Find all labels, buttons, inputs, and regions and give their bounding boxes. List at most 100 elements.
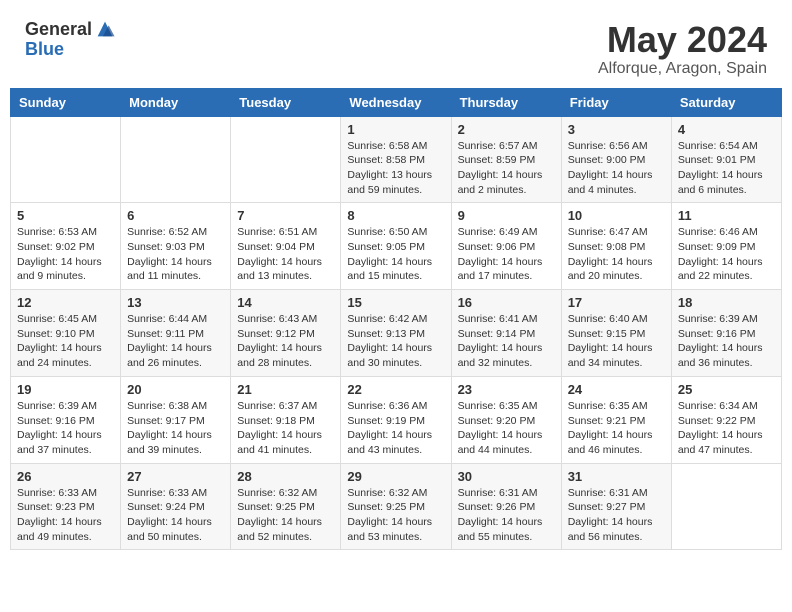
cell-info: Sunrise: 6:38 AMSunset: 9:17 PMDaylight:…: [127, 399, 224, 458]
day-number: 9: [458, 208, 555, 223]
day-number: 10: [568, 208, 665, 223]
cell-info: Sunrise: 6:49 AMSunset: 9:06 PMDaylight:…: [458, 225, 555, 284]
day-number: 30: [458, 469, 555, 484]
day-number: 22: [347, 382, 444, 397]
location: Alforque, Aragon, Spain: [598, 60, 767, 78]
calendar-cell: 29 Sunrise: 6:32 AMSunset: 9:25 PMDayligh…: [341, 463, 451, 550]
day-number: 21: [237, 382, 334, 397]
cell-info: Sunrise: 6:40 AMSunset: 9:15 PMDaylight:…: [568, 312, 665, 371]
day-number: 23: [458, 382, 555, 397]
calendar-cell: 16 Sunrise: 6:41 AMSunset: 9:14 PMDayligh…: [451, 290, 561, 377]
calendar-cell: 18 Sunrise: 6:39 AMSunset: 9:16 PMDayligh…: [671, 290, 781, 377]
calendar-cell: 13Sunrise: 6:44 AMSunset: 9:11 PMDayligh…: [121, 290, 231, 377]
calendar-cell: 19 Sunrise: 6:39 AMSunset: 9:16 PMDayligh…: [11, 376, 121, 463]
weekday-header-row: SundayMondayTuesdayWednesdayThursdayFrid…: [11, 88, 782, 116]
cell-info: Sunrise: 6:57 AMSunset: 8:59 PMDaylight:…: [458, 139, 555, 198]
day-number: 2: [458, 122, 555, 137]
day-number: 16: [458, 295, 555, 310]
calendar-cell: 5 Sunrise: 6:53 AMSunset: 9:02 PMDaylight…: [11, 203, 121, 290]
day-number: 31: [568, 469, 665, 484]
calendar-cell: 12Sunrise: 6:45 AMSunset: 9:10 PMDayligh…: [11, 290, 121, 377]
day-number: 18: [678, 295, 775, 310]
cell-info: Sunrise: 6:47 AMSunset: 9:08 PMDaylight:…: [568, 225, 665, 284]
cell-info: Sunrise: 6:41 AMSunset: 9:14 PMDaylight:…: [458, 312, 555, 371]
week-row-4: 19 Sunrise: 6:39 AMSunset: 9:16 PMDayligh…: [11, 376, 782, 463]
cell-info: Sunrise: 6:32 AMSunset: 9:25 PMDaylight:…: [237, 486, 334, 545]
title-section: May 2024 Alforque, Aragon, Spain: [598, 20, 767, 78]
calendar-cell: 17 Sunrise: 6:40 AMSunset: 9:15 PMDayligh…: [561, 290, 671, 377]
logo-blue: Blue: [25, 40, 116, 60]
weekday-header-tuesday: Tuesday: [231, 88, 341, 116]
calendar-cell: 23 Sunrise: 6:35 AMSunset: 9:20 PMDayligh…: [451, 376, 561, 463]
calendar-body: 1 Sunrise: 6:58 AMSunset: 8:58 PMDaylight…: [11, 116, 782, 550]
page-header: General Blue May 2024 Alforque, Aragon, …: [10, 10, 782, 83]
day-number: 5: [17, 208, 114, 223]
cell-info: Sunrise: 6:33 AMSunset: 9:24 PMDaylight:…: [127, 486, 224, 545]
calendar-cell: [671, 463, 781, 550]
cell-info: Sunrise: 6:39 AMSunset: 9:16 PMDaylight:…: [17, 399, 114, 458]
week-row-3: 12Sunrise: 6:45 AMSunset: 9:10 PMDayligh…: [11, 290, 782, 377]
week-row-2: 5 Sunrise: 6:53 AMSunset: 9:02 PMDaylight…: [11, 203, 782, 290]
day-number: 14: [237, 295, 334, 310]
calendar-cell: 31 Sunrise: 6:31 AMSunset: 9:27 PMDayligh…: [561, 463, 671, 550]
day-number: 19: [17, 382, 114, 397]
calendar-cell: [231, 116, 341, 203]
calendar-cell: 11Sunrise: 6:46 AMSunset: 9:09 PMDayligh…: [671, 203, 781, 290]
cell-info: Sunrise: 6:31 AMSunset: 9:27 PMDaylight:…: [568, 486, 665, 545]
weekday-header-monday: Monday: [121, 88, 231, 116]
cell-info: Sunrise: 6:35 AMSunset: 9:20 PMDaylight:…: [458, 399, 555, 458]
weekday-header-thursday: Thursday: [451, 88, 561, 116]
day-number: 25: [678, 382, 775, 397]
calendar-cell: 21 Sunrise: 6:37 AMSunset: 9:18 PMDayligh…: [231, 376, 341, 463]
day-number: 28: [237, 469, 334, 484]
day-number: 17: [568, 295, 665, 310]
calendar-cell: 25 Sunrise: 6:34 AMSunset: 9:22 PMDayligh…: [671, 376, 781, 463]
cell-info: Sunrise: 6:33 AMSunset: 9:23 PMDaylight:…: [17, 486, 114, 545]
cell-info: Sunrise: 6:53 AMSunset: 9:02 PMDaylight:…: [17, 225, 114, 284]
logo: General Blue: [25, 20, 116, 60]
day-number: 20: [127, 382, 224, 397]
cell-info: Sunrise: 6:56 AMSunset: 9:00 PMDaylight:…: [568, 139, 665, 198]
day-number: 29: [347, 469, 444, 484]
cell-info: Sunrise: 6:50 AMSunset: 9:05 PMDaylight:…: [347, 225, 444, 284]
cell-info: Sunrise: 6:37 AMSunset: 9:18 PMDaylight:…: [237, 399, 334, 458]
day-number: 12: [17, 295, 114, 310]
day-number: 8: [347, 208, 444, 223]
cell-info: Sunrise: 6:34 AMSunset: 9:22 PMDaylight:…: [678, 399, 775, 458]
calendar-cell: 22 Sunrise: 6:36 AMSunset: 9:19 PMDayligh…: [341, 376, 451, 463]
calendar-cell: 26Sunrise: 6:33 AMSunset: 9:23 PMDayligh…: [11, 463, 121, 550]
week-row-1: 1 Sunrise: 6:58 AMSunset: 8:58 PMDaylight…: [11, 116, 782, 203]
weekday-header-friday: Friday: [561, 88, 671, 116]
day-number: 4: [678, 122, 775, 137]
cell-info: Sunrise: 6:52 AMSunset: 9:03 PMDaylight:…: [127, 225, 224, 284]
calendar-cell: 6Sunrise: 6:52 AMSunset: 9:03 PMDaylight…: [121, 203, 231, 290]
day-number: 11: [678, 208, 775, 223]
month-title: May 2024: [598, 20, 767, 60]
day-number: 24: [568, 382, 665, 397]
day-number: 1: [347, 122, 444, 137]
day-number: 15: [347, 295, 444, 310]
cell-info: Sunrise: 6:54 AMSunset: 9:01 PMDaylight:…: [678, 139, 775, 198]
calendar-cell: 7 Sunrise: 6:51 AMSunset: 9:04 PMDaylight…: [231, 203, 341, 290]
calendar-cell: 10 Sunrise: 6:47 AMSunset: 9:08 PMDayligh…: [561, 203, 671, 290]
calendar-cell: 9 Sunrise: 6:49 AMSunset: 9:06 PMDaylight…: [451, 203, 561, 290]
calendar-cell: [121, 116, 231, 203]
day-number: 13: [127, 295, 224, 310]
day-number: 7: [237, 208, 334, 223]
calendar-cell: 15 Sunrise: 6:42 AMSunset: 9:13 PMDayligh…: [341, 290, 451, 377]
cell-info: Sunrise: 6:42 AMSunset: 9:13 PMDaylight:…: [347, 312, 444, 371]
cell-info: Sunrise: 6:51 AMSunset: 9:04 PMDaylight:…: [237, 225, 334, 284]
day-number: 27: [127, 469, 224, 484]
calendar-cell: 28 Sunrise: 6:32 AMSunset: 9:25 PMDayligh…: [231, 463, 341, 550]
day-number: 3: [568, 122, 665, 137]
cell-info: Sunrise: 6:58 AMSunset: 8:58 PMDaylight:…: [347, 139, 444, 198]
week-row-5: 26Sunrise: 6:33 AMSunset: 9:23 PMDayligh…: [11, 463, 782, 550]
cell-info: Sunrise: 6:31 AMSunset: 9:26 PMDaylight:…: [458, 486, 555, 545]
calendar-cell: 24Sunrise: 6:35 AMSunset: 9:21 PMDayligh…: [561, 376, 671, 463]
cell-info: Sunrise: 6:36 AMSunset: 9:19 PMDaylight:…: [347, 399, 444, 458]
calendar-cell: 1 Sunrise: 6:58 AMSunset: 8:58 PMDaylight…: [341, 116, 451, 203]
calendar-cell: 14Sunrise: 6:43 AMSunset: 9:12 PMDayligh…: [231, 290, 341, 377]
calendar-cell: 8 Sunrise: 6:50 AMSunset: 9:05 PMDaylight…: [341, 203, 451, 290]
cell-info: Sunrise: 6:32 AMSunset: 9:25 PMDaylight:…: [347, 486, 444, 545]
cell-info: Sunrise: 6:39 AMSunset: 9:16 PMDaylight:…: [678, 312, 775, 371]
